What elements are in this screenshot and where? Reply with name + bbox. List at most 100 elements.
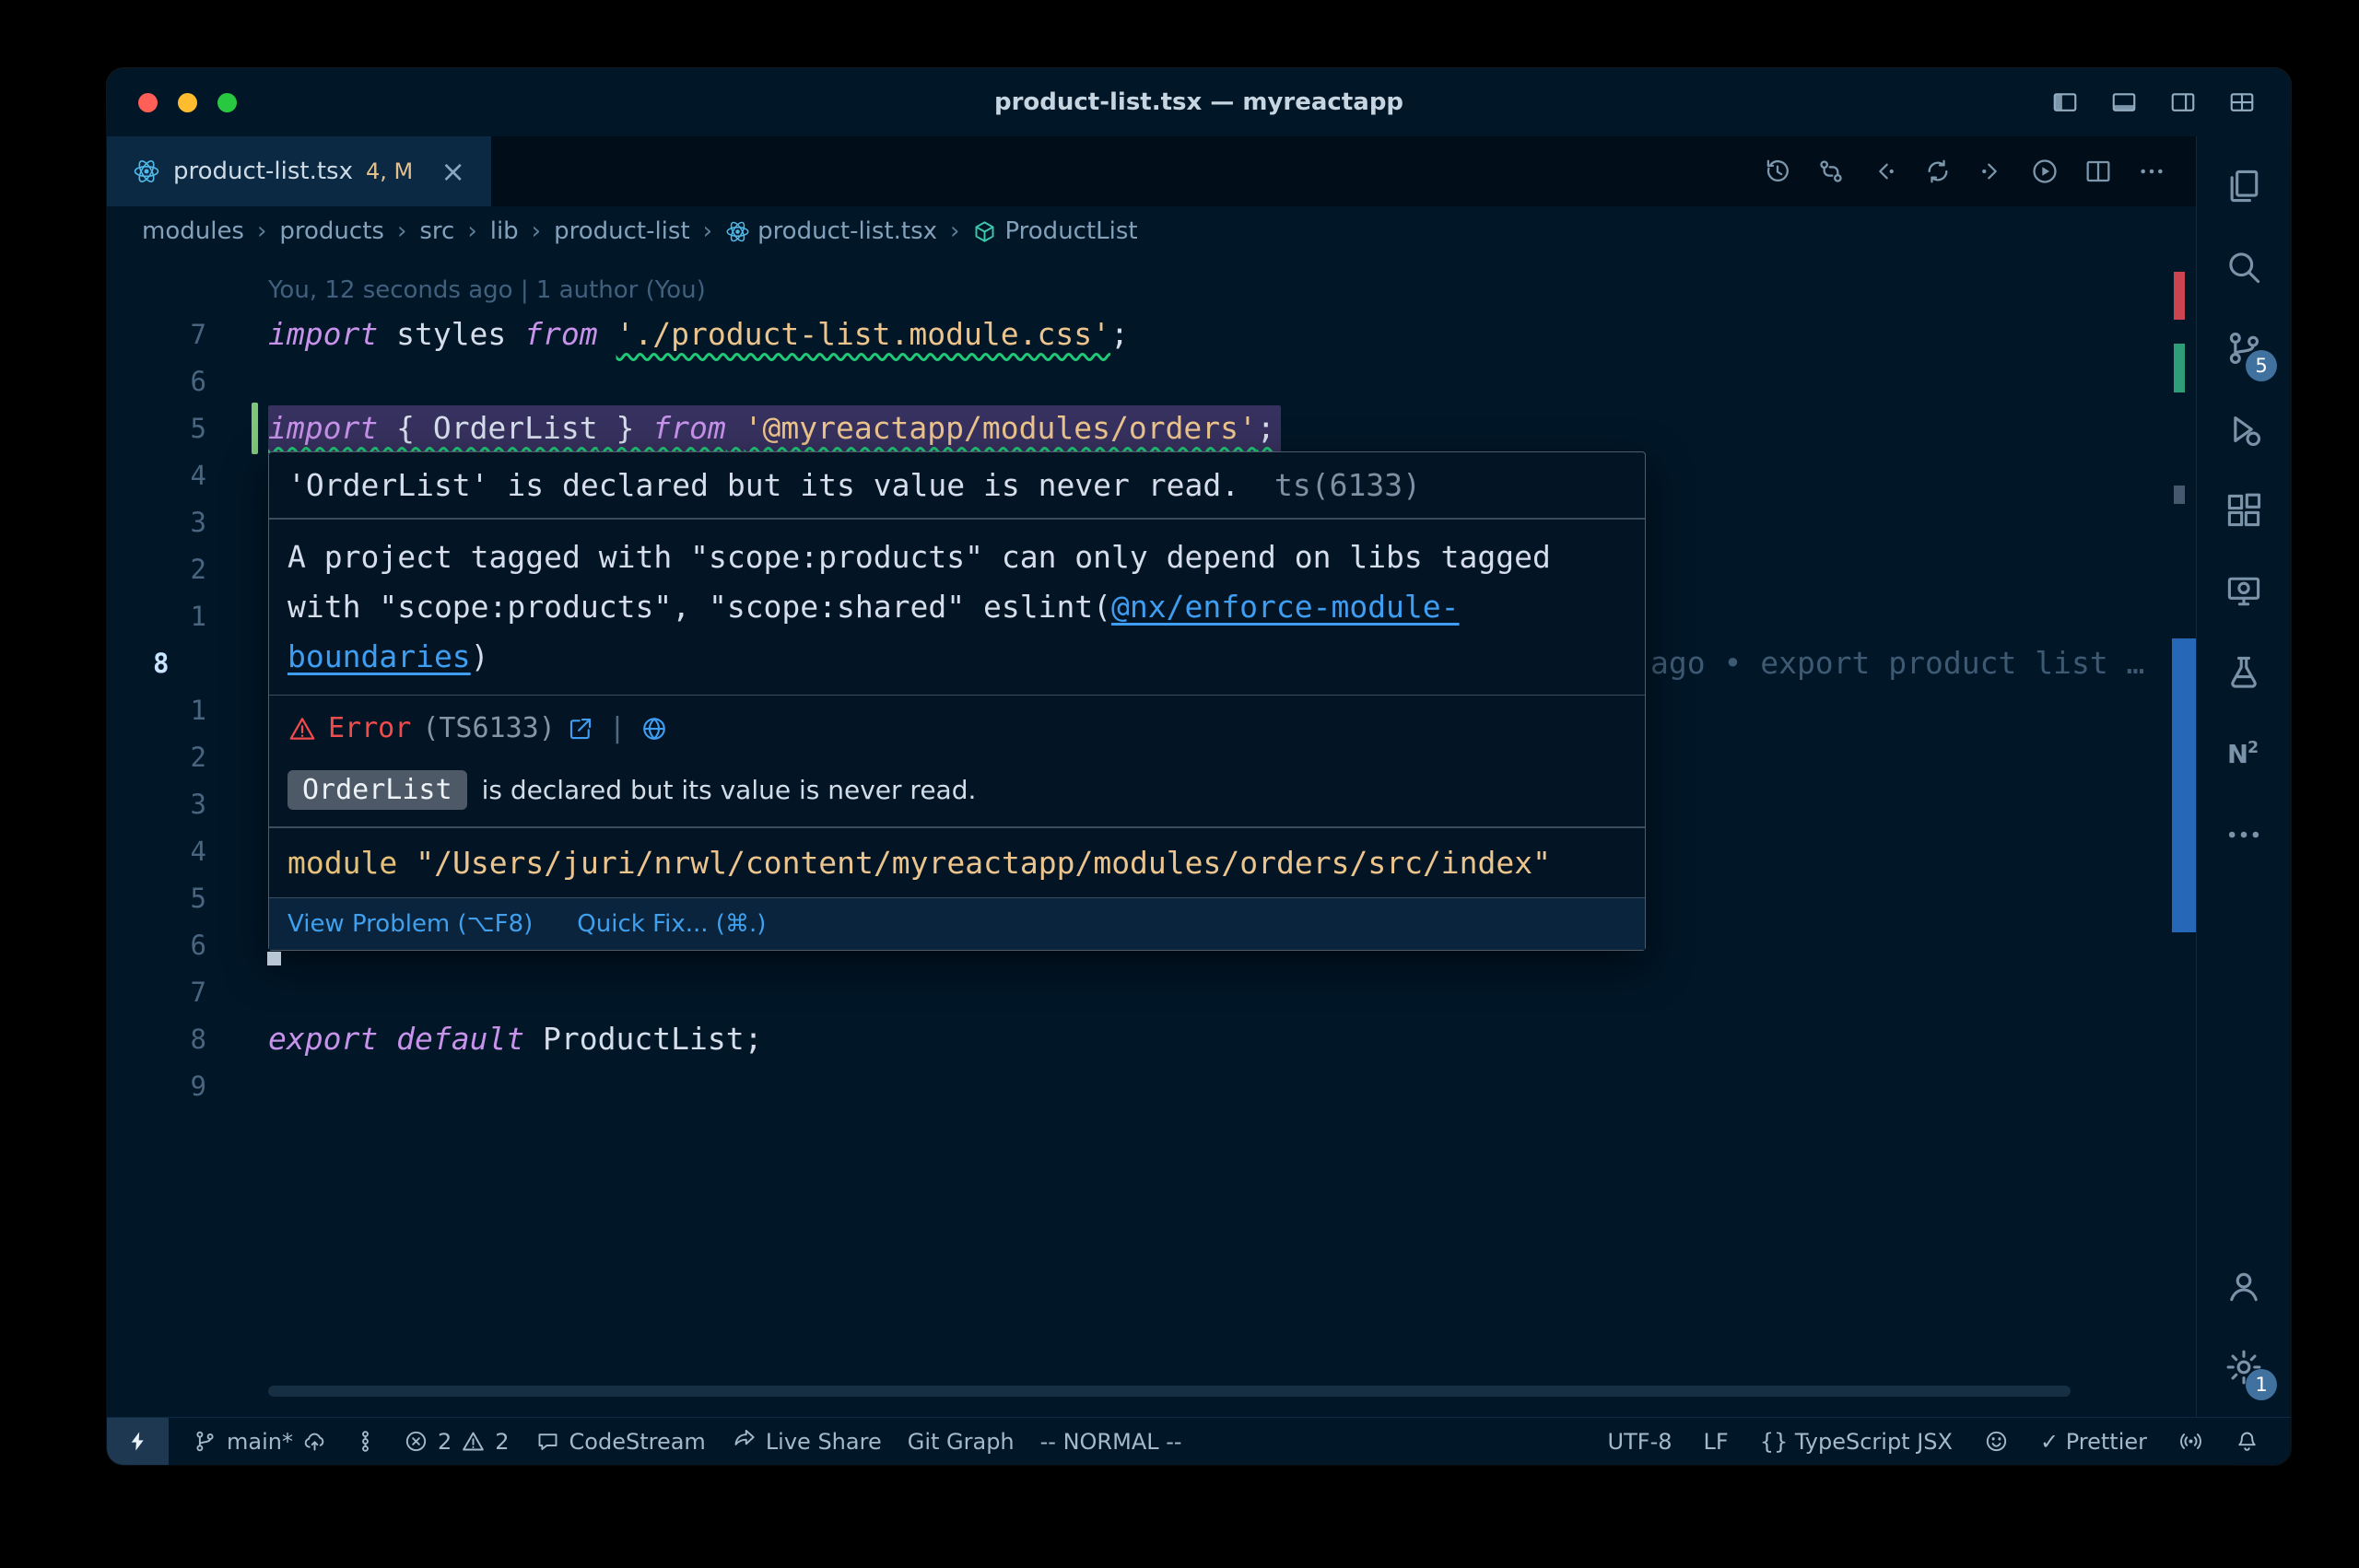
sync-button[interactable]: [1923, 157, 1953, 186]
breadcrumb-label: lib: [490, 217, 519, 245]
status-label: UTF-8: [1608, 1429, 1672, 1455]
status-encoding[interactable]: UTF-8: [1604, 1418, 1676, 1465]
svg-text:2: 2: [2248, 739, 2259, 757]
status-notifications[interactable]: [2231, 1418, 2263, 1465]
activity-search[interactable]: [2197, 227, 2291, 308]
svg-text:N: N: [2227, 740, 2248, 769]
breadcrumb-separator: ›: [257, 217, 266, 245]
navigate-back-button[interactable]: [1870, 157, 1899, 186]
zoom-window-button[interactable]: [217, 93, 237, 112]
status-git-graph[interactable]: Git Graph: [904, 1418, 1018, 1465]
toggle-secondary-sidebar-button[interactable]: [2167, 88, 2199, 116]
code-line[interactable]: 5import { OrderList } from '@myreactapp/…: [107, 404, 2165, 451]
status-label: CodeStream: [569, 1429, 706, 1455]
toggle-primary-sidebar-button[interactable]: [2049, 88, 2081, 116]
eslint-message-post: ): [471, 638, 489, 674]
activity-source-control[interactable]: 5: [2197, 308, 2291, 389]
window-title: product-list.tsx — myreactapp: [994, 88, 1403, 116]
status-feedback[interactable]: [1980, 1418, 2013, 1465]
activity-remote-explorer[interactable]: [2197, 551, 2291, 632]
breadcrumb-label: products: [279, 217, 384, 245]
status-problems[interactable]: 22: [400, 1418, 513, 1465]
blame-annotation: You, 12 seconds ago | 1 author (You): [268, 276, 706, 304]
status-codestream[interactable]: CodeStream: [532, 1418, 710, 1465]
error-code: (TS6133): [422, 712, 556, 744]
status-live-share[interactable]: Live Share: [728, 1418, 886, 1465]
timeline-button[interactable]: [1763, 157, 1792, 186]
close-window-button[interactable]: [138, 93, 158, 112]
code-line[interactable]: 7: [107, 968, 2165, 1015]
tab-product-list[interactable]: product-list.tsx 4, M ×: [107, 136, 491, 206]
external-link-icon[interactable]: [567, 715, 594, 743]
line-number: 8: [107, 648, 206, 679]
line-number: 3: [107, 789, 206, 820]
git-compare-button[interactable]: [1816, 157, 1846, 186]
code-token: import: [268, 316, 378, 352]
view-problem-action[interactable]: View Problem (⌥F8): [288, 910, 533, 938]
customize-layout-button[interactable]: [2226, 88, 2258, 116]
globe-icon[interactable]: [640, 715, 668, 743]
code-line[interactable]: 6: [107, 357, 2165, 404]
activity-accounts[interactable]: [2197, 1246, 2291, 1327]
tab-close-button[interactable]: ×: [440, 157, 465, 186]
breadcrumb-item-products[interactable]: products: [279, 217, 384, 245]
line-number: 1: [107, 695, 206, 726]
navigate-forward-button[interactable]: [1977, 157, 2006, 186]
code-line[interactable]: 8export default ProductList;: [107, 1015, 2165, 1062]
status-eol[interactable]: LF: [1700, 1418, 1732, 1465]
react-icon: [133, 158, 160, 185]
line-number: 2: [107, 554, 206, 585]
status-label: Git Graph: [908, 1429, 1015, 1455]
search-icon: [2224, 247, 2264, 287]
status-commit-graph[interactable]: [349, 1418, 381, 1465]
line-number: 4: [107, 460, 206, 491]
overview-ruler[interactable]: [2172, 256, 2196, 1417]
activity-explorer[interactable]: [2197, 146, 2291, 227]
status-vim-mode[interactable]: -- NORMAL --: [1037, 1418, 1186, 1465]
breadcrumb-separator: ›: [397, 217, 406, 245]
error-label: Error: [328, 712, 411, 744]
activity-extensions[interactable]: [2197, 470, 2291, 551]
hover-diagnostics-popup: 'OrderList' is declared but its value is…: [268, 451, 1646, 951]
breadcrumb-item-product-list.tsx[interactable]: product-list.tsx: [725, 217, 937, 245]
run-button[interactable]: [2030, 157, 2060, 186]
line-number: 8: [107, 1024, 206, 1055]
toggle-panel-button[interactable]: [2108, 88, 2140, 116]
status-remote-indicator[interactable]: [107, 1418, 169, 1465]
line-number: 4: [107, 836, 206, 867]
activity-badge: 5: [2246, 350, 2277, 381]
more-actions-button[interactable]: [2137, 157, 2166, 186]
minimize-window-button[interactable]: [178, 93, 197, 112]
activity-additional-views[interactable]: [2197, 794, 2291, 875]
status-git-branch[interactable]: main*: [189, 1418, 331, 1465]
status-prettier[interactable]: ✓ Prettier: [2036, 1418, 2151, 1465]
symbol-box-icon: [972, 219, 997, 244]
code-token: import: [268, 410, 378, 446]
breadcrumb-item-src[interactable]: src: [419, 217, 454, 245]
activity-run-and-debug[interactable]: [2197, 389, 2291, 470]
breadcrumb-item-lib[interactable]: lib: [490, 217, 519, 245]
code-line[interactable]: 7import styles from './product-list.modu…: [107, 310, 2165, 357]
activity-manage[interactable]: 1: [2197, 1327, 2291, 1408]
activity-nx-console[interactable]: N2: [2197, 713, 2291, 794]
split-editor-button[interactable]: [2083, 157, 2113, 186]
breadcrumb-item-product-list[interactable]: product-list: [554, 217, 690, 245]
breadcrumb-item-modules[interactable]: modules: [142, 217, 244, 245]
separator: |: [609, 712, 626, 744]
code-line[interactable]: 9: [107, 1062, 2165, 1109]
warning-count: 2: [495, 1429, 509, 1455]
horizontal-scrollbar[interactable]: [268, 1386, 2071, 1397]
popup-resize-handle[interactable]: [267, 952, 281, 965]
vertical-scrollbar-thumb[interactable]: [2172, 638, 2196, 932]
code-token: [378, 1021, 396, 1057]
breadcrumb-label: src: [419, 217, 454, 245]
breadcrumb-item-productlist[interactable]: ProductList: [972, 217, 1137, 245]
warning-icon: [461, 1429, 486, 1454]
activity-testing[interactable]: [2197, 632, 2291, 713]
code-editor[interactable]: You, 12 seconds ago | 1 author (You)7imp…: [107, 256, 2196, 1417]
inline-blame: ago • export product list …: [1650, 645, 2144, 681]
quick-fix-action[interactable]: Quick Fix... (⌘.): [577, 910, 766, 938]
status-language-mode[interactable]: {} TypeScript JSX: [1756, 1418, 1956, 1465]
status-broadcast[interactable]: [2175, 1418, 2207, 1465]
code-token: styles: [378, 316, 524, 352]
